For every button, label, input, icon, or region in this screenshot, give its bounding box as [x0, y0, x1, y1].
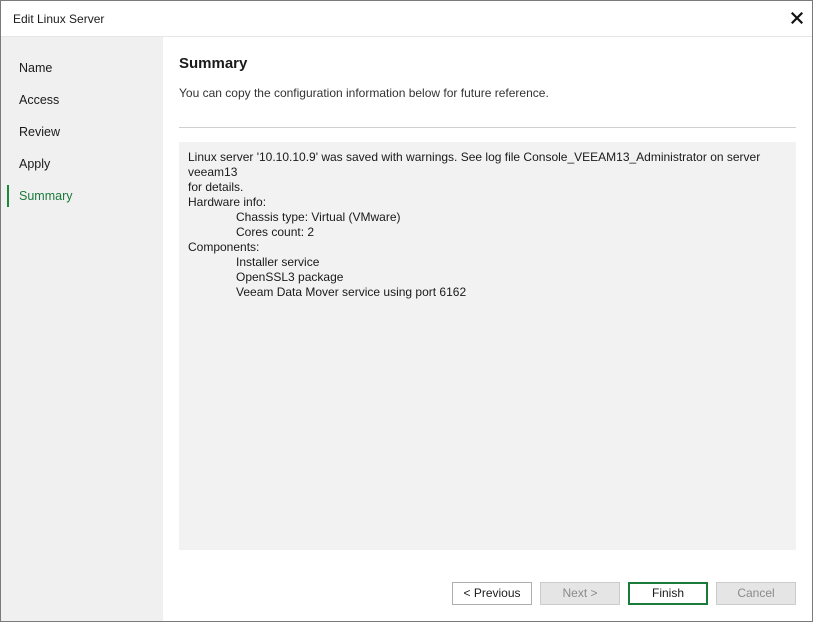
- summary-line: Linux server '10.10.10.9' was saved with…: [188, 150, 764, 179]
- step-access[interactable]: Access: [1, 89, 163, 111]
- step-label: Name: [19, 61, 53, 75]
- cores-count: Cores count: 2: [236, 225, 315, 239]
- window-title: Edit Linux Server: [13, 12, 105, 26]
- components-header: Components:: [188, 240, 260, 254]
- divider: [179, 127, 796, 128]
- step-name[interactable]: Name: [1, 57, 163, 79]
- wizard-steps-sidebar: Name Access Review Apply Summary: [1, 37, 163, 621]
- chassis-type: Chassis type: Virtual (VMware): [236, 210, 401, 224]
- cancel-button[interactable]: Cancel: [716, 582, 796, 605]
- component-item: Veeam Data Mover service using port 6162: [236, 285, 467, 299]
- page-description: You can copy the configuration informati…: [179, 86, 549, 100]
- page-title: Summary: [179, 55, 248, 72]
- step-apply[interactable]: Apply: [1, 153, 163, 175]
- component-item: Installer service: [236, 255, 320, 269]
- summary-text-area[interactable]: Linux server '10.10.10.9' was saved with…: [179, 142, 796, 550]
- summary-line: for details.: [188, 180, 244, 194]
- step-label: Summary: [19, 189, 73, 203]
- hardware-info-header: Hardware info:: [188, 195, 267, 209]
- step-label: Apply: [19, 157, 51, 171]
- step-summary[interactable]: Summary: [1, 185, 163, 207]
- step-label: Review: [19, 125, 60, 139]
- finish-button[interactable]: Finish: [628, 582, 708, 605]
- component-item: OpenSSL3 package: [236, 270, 344, 284]
- next-button[interactable]: Next >: [540, 582, 620, 605]
- main-content: Summary You can copy the configuration i…: [164, 37, 812, 621]
- step-review[interactable]: Review: [1, 121, 163, 143]
- previous-button[interactable]: < Previous: [452, 582, 532, 605]
- title-bar: Edit Linux Server: [1, 1, 812, 37]
- edit-linux-server-dialog: Edit Linux Server Name Access Review App…: [0, 0, 813, 622]
- close-button[interactable]: [786, 7, 808, 29]
- step-label: Access: [19, 93, 60, 107]
- close-icon: [791, 12, 803, 24]
